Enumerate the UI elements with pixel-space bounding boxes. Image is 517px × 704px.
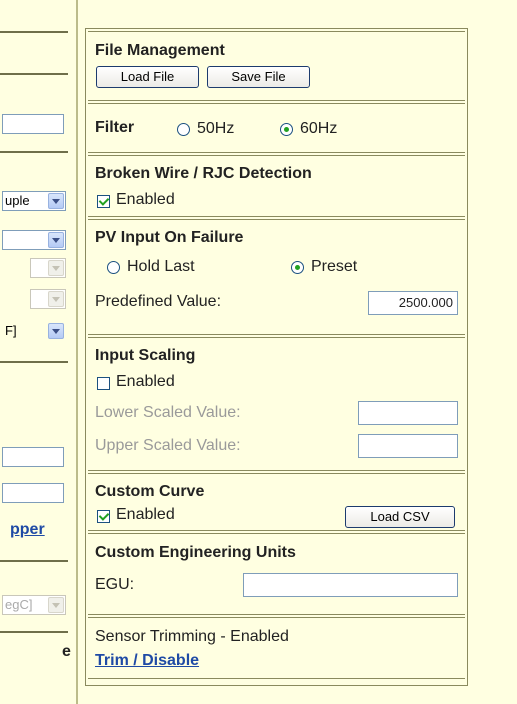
preset-label: Preset — [311, 258, 358, 275]
left-panel: uple F] pper egC] e — [0, 0, 78, 704]
panel-divider — [76, 0, 78, 704]
custom-curve-enabled-label: Enabled — [116, 506, 175, 523]
engineering-units-section: Custom Engineering Units EGU: — [88, 533, 465, 615]
left-select-3b — [30, 289, 66, 309]
trim-disable-link[interactable]: Trim / Disable — [95, 652, 199, 670]
left-text-input[interactable] — [2, 114, 64, 134]
left-separator — [0, 31, 68, 33]
chevron-down-icon[interactable] — [48, 193, 64, 209]
filter-60hz-radio[interactable] — [280, 123, 293, 136]
left-select-2[interactable] — [2, 230, 66, 250]
settings-panel: File Management Load File Save File Filt… — [85, 28, 468, 686]
left-select-3 — [30, 258, 66, 278]
load-csv-button[interactable]: Load CSV — [345, 506, 455, 528]
load-file-button[interactable]: Load File — [96, 66, 199, 88]
left-text-input[interactable] — [2, 447, 64, 467]
hold-last-label: Hold Last — [127, 258, 195, 275]
lower-scaled-value-label: Lower Scaled Value: — [95, 404, 241, 421]
left-select-4-value: F] — [5, 323, 17, 338]
upper-scaled-value-input[interactable] — [358, 434, 458, 458]
broken-wire-section: Broken Wire / RJC Detection Enabled — [88, 155, 465, 217]
sensor-trimming-status: Sensor Trimming - Enabled — [95, 628, 289, 645]
left-select-5: egC] — [2, 595, 66, 615]
engineering-units-title: Custom Engineering Units — [95, 544, 296, 561]
save-file-button[interactable]: Save File — [207, 66, 310, 88]
left-separator — [0, 560, 68, 562]
filter-50hz-radio[interactable] — [177, 123, 190, 136]
chevron-down-icon[interactable] — [48, 232, 64, 248]
left-select-1-value: uple — [5, 193, 30, 208]
sensor-trimming-section: Sensor Trimming - Enabled Trim / Disable — [88, 617, 465, 679]
predefined-value-input[interactable]: 2500.000 — [368, 291, 458, 315]
filter-section: Filter 50Hz 60Hz — [88, 103, 465, 153]
left-select-1[interactable]: uple — [2, 191, 66, 211]
hold-last-radio[interactable] — [107, 261, 120, 274]
left-separator — [0, 73, 68, 75]
preset-radio[interactable] — [291, 261, 304, 274]
predefined-value-label: Predefined Value: — [95, 293, 222, 310]
chevron-down-icon — [48, 597, 64, 613]
lower-scaled-value-input[interactable] — [358, 401, 458, 425]
pv-input-title: PV Input On Failure — [95, 229, 244, 246]
pv-input-section: PV Input On Failure Hold Last Preset Pre… — [88, 219, 465, 335]
broken-wire-enabled-label: Enabled — [116, 191, 175, 208]
left-text-input[interactable] — [2, 483, 64, 503]
left-select-5-value: egC] — [5, 597, 33, 612]
egu-input[interactable] — [243, 573, 458, 597]
custom-curve-title: Custom Curve — [95, 483, 205, 500]
custom-curve-section: Custom Curve Enabled Load CSV — [88, 473, 465, 531]
left-link[interactable]: pper — [10, 521, 45, 539]
file-management-title: File Management — [95, 42, 225, 59]
filter-title: Filter — [95, 119, 135, 136]
egu-label: EGU: — [95, 576, 135, 593]
chevron-down-icon — [48, 291, 64, 307]
custom-curve-enabled-checkbox[interactable] — [97, 510, 110, 523]
input-scaling-enabled-label: Enabled — [116, 373, 175, 390]
input-scaling-section: Input Scaling Enabled Lower Scaled Value… — [88, 337, 465, 471]
broken-wire-title: Broken Wire / RJC Detection — [95, 165, 312, 182]
left-select-4[interactable]: F] — [2, 321, 66, 341]
left-heading-fragment: e — [62, 643, 71, 660]
chevron-down-icon — [48, 260, 64, 276]
broken-wire-enabled-checkbox[interactable] — [97, 195, 110, 208]
left-separator — [0, 151, 68, 153]
file-management-section: File Management Load File Save File — [88, 31, 465, 101]
upper-scaled-value-label: Upper Scaled Value: — [95, 437, 241, 454]
chevron-down-icon[interactable] — [48, 323, 64, 339]
left-separator — [0, 361, 68, 363]
left-separator — [0, 631, 68, 633]
input-scaling-enabled-checkbox[interactable] — [97, 377, 110, 390]
input-scaling-title: Input Scaling — [95, 347, 196, 364]
filter-50hz-label: 50Hz — [197, 120, 235, 137]
filter-60hz-label: 60Hz — [300, 120, 338, 137]
